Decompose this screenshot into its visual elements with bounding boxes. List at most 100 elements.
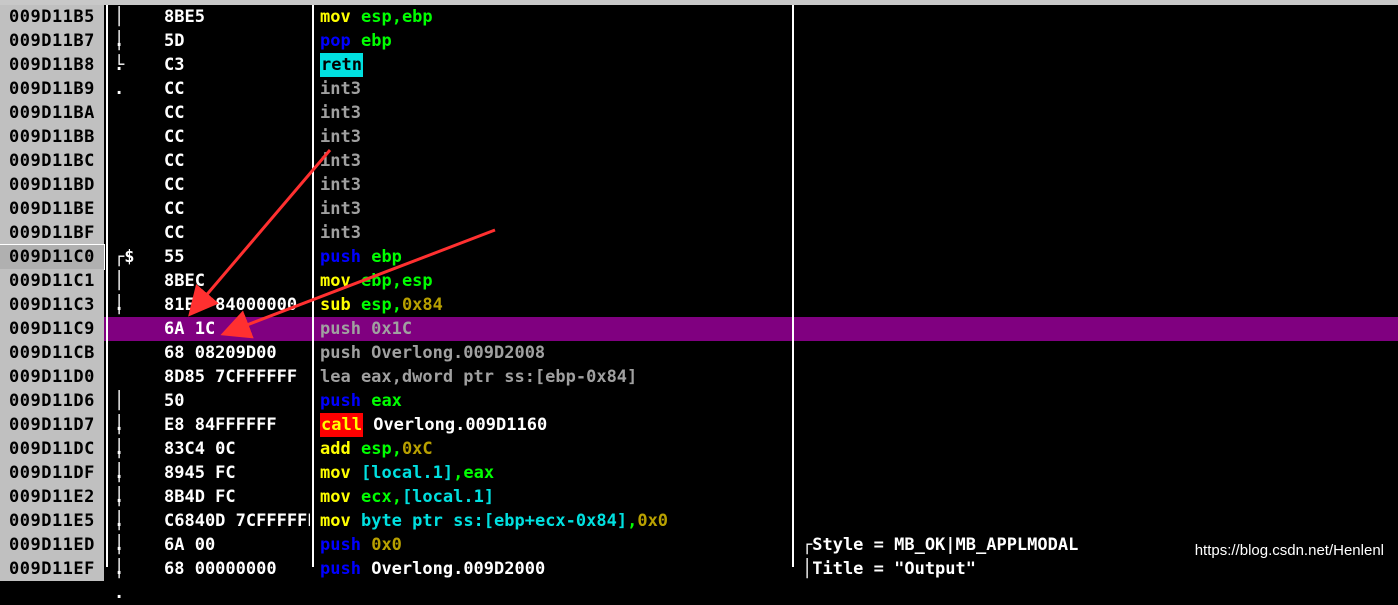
row-branch-marker bbox=[114, 173, 144, 197]
disasm-row[interactable]: 009D11BA CC int3 bbox=[0, 101, 1398, 125]
row-disassembly: sub esp,0x84 bbox=[320, 293, 790, 317]
disassembly-pane[interactable]: 009D11B5 │ . 8BE5 mov esp,ebp 009D11B7 │ . 5D p… bbox=[0, 5, 1398, 603]
disasm-token bbox=[363, 413, 373, 437]
row-address: 009D11C3 bbox=[0, 293, 104, 317]
row-branch-marker bbox=[114, 221, 144, 245]
row-hex-bytes: C6840D 7CFFFFFF bbox=[164, 511, 310, 531]
disasm-token: eax bbox=[463, 463, 495, 483]
column-divider-hex[interactable] bbox=[312, 5, 314, 567]
disasm-token bbox=[361, 557, 371, 581]
row-address: 009D11B5 bbox=[0, 5, 104, 29]
disasm-row[interactable]: 009D11ED │ . 6A 00 push 0x0 ┌Style = MB_OK|M… bbox=[0, 533, 1398, 579]
row-hex-bytes: 81EC 84000000 bbox=[164, 295, 298, 315]
disasm-row[interactable]: 009D11D6 │ . 50 push eax bbox=[0, 389, 1398, 435]
row-hex-bytes: CC bbox=[164, 103, 185, 123]
row-branch-marker: │ . bbox=[114, 511, 125, 555]
disasm-token: ecx bbox=[360, 487, 392, 507]
disasm-token: ebp bbox=[360, 271, 392, 291]
row-hex-bytes: CC bbox=[164, 199, 185, 219]
column-divider-address[interactable] bbox=[106, 5, 108, 567]
disasm-token: byte ptr ss:[ebp+ecx-0x84] bbox=[360, 511, 628, 531]
row-disassembly: int3 bbox=[320, 173, 790, 197]
disasm-row[interactable]: 009D11DC │ . 83C4 0C add esp,0xC bbox=[0, 437, 1398, 483]
disasm-row[interactable]: 009D11C9 6A 1C push 0x1C bbox=[0, 317, 1398, 341]
row-branch-marker bbox=[114, 317, 144, 341]
row-disassembly: lea eax,dword ptr ss:[ebp-0x84] bbox=[320, 365, 790, 389]
row-address: 009D11BC bbox=[0, 149, 104, 173]
disasm-row[interactable]: 009D11C3 │ . 81EC 84000000 sub esp,0x84 bbox=[0, 293, 1398, 339]
disasm-row[interactable]: 009D11D7 │ . E8 84FFFFFF call Overlong.009D… bbox=[0, 413, 1398, 459]
disasm-row[interactable]: 009D11BD CC int3 bbox=[0, 173, 1398, 197]
disasm-token: , bbox=[391, 295, 402, 315]
row-address: 009D11DF bbox=[0, 461, 104, 485]
row-disassembly: retn bbox=[320, 53, 790, 77]
disasm-row[interactable]: 009D11B5 │ . 8BE5 mov esp,ebp bbox=[0, 5, 1398, 51]
disasm-token: [local.1] bbox=[401, 487, 495, 507]
row-branch-marker: │ . bbox=[114, 439, 125, 483]
row-disassembly: push ebp bbox=[320, 245, 790, 269]
disasm-token: , bbox=[453, 463, 464, 483]
disasm-row[interactable]: 009D11E5 │ . C6840D 7CFFFFFF mov byte ptr s… bbox=[0, 509, 1398, 555]
row-address: 009D11BB bbox=[0, 125, 104, 149]
disasm-token: , bbox=[627, 511, 638, 531]
disasm-token: push bbox=[320, 535, 361, 555]
disasm-row[interactable]: 009D11B7 │ . 5D pop ebp bbox=[0, 29, 1398, 75]
disasm-token: 0x0 bbox=[371, 535, 402, 555]
row-disassembly: add esp,0xC bbox=[320, 437, 790, 461]
disasm-token: esp bbox=[360, 439, 392, 459]
disasm-token: ebp bbox=[401, 7, 433, 27]
disasm-token: 0xC bbox=[401, 439, 433, 459]
disasm-token: int3 bbox=[320, 103, 361, 123]
disasm-row[interactable]: 009D11C1 │ . 8BEC mov ebp,esp bbox=[0, 269, 1398, 315]
disasm-row[interactable]: 009D11B9 CC int3 bbox=[0, 77, 1398, 101]
disasm-row[interactable]: 009D11BE CC int3 bbox=[0, 197, 1398, 221]
watermark: https://blog.csdn.net/Henlenl bbox=[1190, 542, 1388, 559]
column-divider-disasm[interactable] bbox=[792, 5, 794, 567]
row-disassembly: push Overlong.009D2000 bbox=[320, 557, 790, 581]
row-branch-marker: │ . bbox=[114, 295, 125, 339]
disasm-token: mov bbox=[320, 7, 351, 27]
row-address: 009D11D6 bbox=[0, 389, 104, 413]
disasm-token: int3 bbox=[320, 127, 361, 147]
row-branch-marker: │ . bbox=[114, 463, 125, 507]
row-hex-bytes: 8B4D FC bbox=[164, 487, 236, 507]
row-hex-bytes: 5D bbox=[164, 31, 185, 51]
disasm-row[interactable]: 009D11E2 │ . 8B4D FC mov ecx,[local.1] bbox=[0, 485, 1398, 531]
row-branch-marker bbox=[114, 341, 144, 365]
row-address: 009D11C1 bbox=[0, 269, 104, 293]
row-address: 009D11D0 bbox=[0, 365, 104, 389]
row-address: 009D11B7 bbox=[0, 29, 104, 53]
disasm-token: , bbox=[391, 7, 402, 27]
disasm-token bbox=[351, 485, 361, 509]
disasm-row[interactable]: 009D11DF │ . 8945 FC mov [local.1],eax bbox=[0, 461, 1398, 507]
disasm-token bbox=[351, 29, 361, 53]
disasm-token: int3 bbox=[320, 199, 361, 219]
disasm-token: eax bbox=[371, 391, 402, 411]
row-address: 009D11C9 bbox=[0, 317, 104, 341]
disasm-token: ebp bbox=[371, 247, 402, 267]
row-disassembly: int3 bbox=[320, 77, 790, 101]
row-hex-bytes: 8BEC bbox=[164, 271, 205, 291]
disasm-token: 0x0 bbox=[637, 511, 669, 531]
disasm-token bbox=[361, 245, 371, 269]
disasm-row[interactable]: 009D11CB 68 08209D00 push Overlong.009D200… bbox=[0, 341, 1398, 365]
disasm-row[interactable]: 009D11D0 8D85 7CFFFFFF lea eax,dword ptr s… bbox=[0, 365, 1398, 389]
row-address: 009D11B8 bbox=[0, 53, 104, 77]
row-branch-marker: │ . bbox=[114, 391, 125, 435]
disasm-row[interactable]: 009D11BB CC int3 bbox=[0, 125, 1398, 149]
disasm-token: ebp bbox=[360, 31, 392, 51]
disasm-row[interactable]: 009D11EF │ . 68 00000000 push Overlong.009D… bbox=[0, 557, 1398, 603]
disasm-token: mov bbox=[320, 487, 351, 507]
row-hex-bytes: C3 bbox=[164, 55, 185, 75]
disasm-row[interactable]: 009D11B8 └ . C3 retn bbox=[0, 53, 1398, 99]
disasm-row[interactable]: 009D11C0 ┌$ 55 push ebp bbox=[0, 244, 1398, 270]
disasm-row[interactable]: 009D11BF CC int3 bbox=[0, 221, 1398, 245]
disasm-token: int3 bbox=[320, 79, 361, 99]
row-branch-marker: │ . bbox=[114, 559, 125, 603]
disasm-token: esp bbox=[360, 295, 392, 315]
disasm-row[interactable]: 009D11BC CC int3 bbox=[0, 149, 1398, 173]
row-address: 009D11C0 bbox=[0, 244, 105, 270]
disasm-token: esp bbox=[401, 271, 433, 291]
row-address: 009D11B9 bbox=[0, 77, 104, 101]
disasm-token: push 0x1C bbox=[320, 319, 413, 339]
